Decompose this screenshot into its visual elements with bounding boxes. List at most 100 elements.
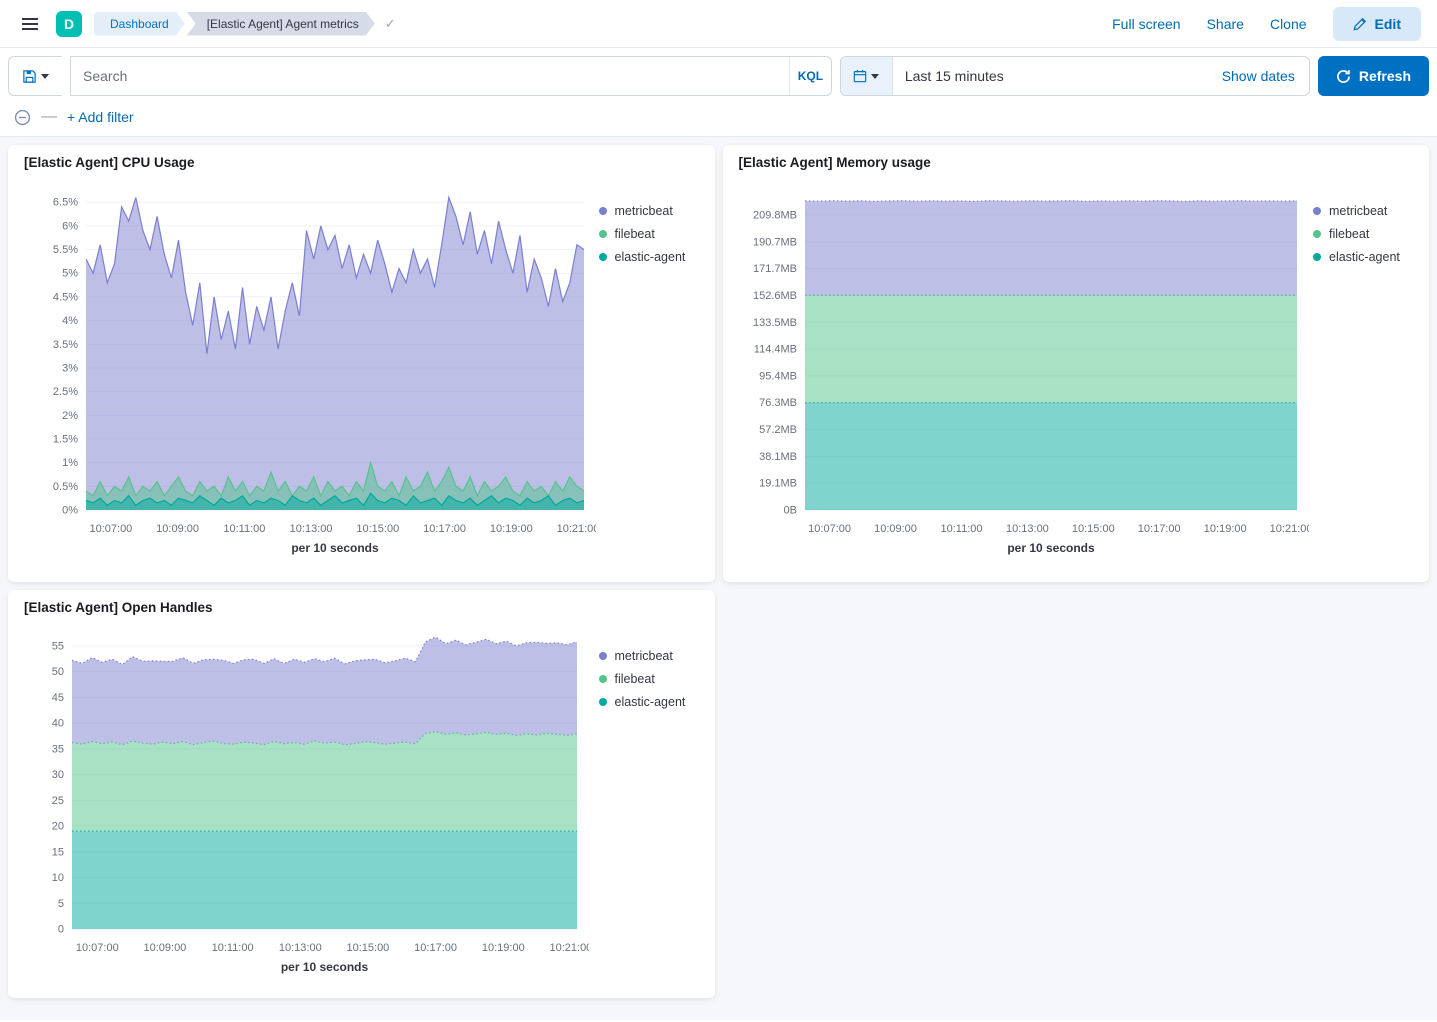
full-screen-link[interactable]: Full screen (1112, 16, 1180, 32)
svg-text:per 10 seconds: per 10 seconds (281, 960, 369, 974)
svg-text:15: 15 (52, 846, 64, 858)
legend-item-metricbeat[interactable]: metricbeat (599, 204, 695, 218)
chart-legend: metricbeat filebeat elastic-agent (599, 176, 699, 565)
legend-label: elastic-agent (615, 250, 686, 264)
svg-text:10:15:00: 10:15:00 (346, 942, 389, 954)
svg-text:3%: 3% (62, 362, 78, 374)
legend-dot-icon (1313, 207, 1321, 215)
svg-text:76.3MB: 76.3MB (759, 397, 797, 409)
chart-legend: metricbeat filebeat elastic-agent (1313, 176, 1413, 565)
legend-label: filebeat (615, 672, 655, 686)
chart-memory-usage: 0B19.1MB38.1MB57.2MB76.3MB95.4MB114.4MB1… (739, 176, 1309, 565)
svg-text:10:11:00: 10:11:00 (940, 523, 982, 535)
kql-language-button[interactable]: KQL (789, 57, 831, 95)
legend-label: filebeat (1329, 227, 1369, 241)
refresh-button[interactable]: Refresh (1318, 56, 1429, 96)
svg-text:10:19:00: 10:19:00 (1203, 523, 1246, 535)
svg-text:1%: 1% (62, 457, 78, 469)
saved-query-menu-button[interactable] (8, 56, 62, 96)
svg-text:0%: 0% (62, 505, 78, 517)
calendar-icon (853, 69, 867, 83)
svg-text:5%: 5% (62, 268, 78, 280)
legend-item-elastic-agent[interactable]: elastic-agent (599, 250, 695, 264)
svg-text:1.5%: 1.5% (53, 433, 78, 445)
hamburger-icon (22, 23, 38, 25)
dashboard-app-badge: D (56, 11, 82, 37)
svg-text:57.2MB: 57.2MB (759, 424, 797, 436)
add-filter-link[interactable]: + Add filter (67, 109, 134, 125)
legend-item-elastic-agent[interactable]: elastic-agent (599, 695, 695, 709)
svg-text:10:17:00: 10:17:00 (414, 942, 457, 954)
svg-text:95.4MB: 95.4MB (759, 370, 797, 382)
panel-title: [Elastic Agent] Open Handles (24, 598, 699, 621)
svg-text:6.5%: 6.5% (53, 197, 78, 209)
legend-item-filebeat[interactable]: filebeat (599, 227, 695, 241)
svg-text:19.1MB: 19.1MB (759, 478, 797, 490)
svg-text:25: 25 (52, 795, 64, 807)
filter-options-button[interactable] (14, 109, 31, 126)
svg-text:10:07:00: 10:07:00 (76, 942, 119, 954)
edit-button[interactable]: Edit (1333, 7, 1421, 41)
clone-link[interactable]: Clone (1270, 16, 1307, 32)
legend-item-metricbeat[interactable]: metricbeat (1313, 204, 1409, 218)
svg-text:10:21:00: 10:21:00 (1269, 523, 1308, 535)
show-dates-link[interactable]: Show dates (1222, 68, 1309, 84)
svg-text:20: 20 (52, 821, 64, 833)
svg-text:10:21:00: 10:21:00 (557, 523, 596, 535)
panel-title: [Elastic Agent] CPU Usage (24, 153, 699, 176)
breadcrumb-dashboard[interactable]: Dashboard (94, 12, 185, 36)
chart-legend: metricbeat filebeat elastic-agent (599, 621, 699, 984)
breadcrumb: Dashboard [Elastic Agent] Agent metrics … (94, 12, 396, 36)
date-quick-select-button[interactable] (841, 57, 893, 95)
top-header: D Dashboard [Elastic Agent] Agent metric… (0, 0, 1437, 48)
legend-dot-icon (599, 652, 607, 660)
svg-text:10: 10 (52, 872, 64, 884)
legend-item-metricbeat[interactable]: metricbeat (599, 649, 695, 663)
legend-label: metricbeat (1329, 204, 1387, 218)
svg-text:0: 0 (58, 924, 64, 936)
panel-cpu-usage: [Elastic Agent] CPU Usage 0% 0.5% 1% 1.5% 2%… (8, 145, 715, 582)
svg-text:35: 35 (52, 743, 64, 755)
svg-text:40: 40 (52, 718, 64, 730)
svg-text:per 10 seconds: per 10 seconds (1007, 541, 1095, 555)
legend-label: metricbeat (615, 649, 673, 663)
breadcrumb-current-page: [Elastic Agent] Agent metrics (187, 12, 375, 36)
svg-text:10:13:00: 10:13:00 (1005, 523, 1048, 535)
svg-text:10:17:00: 10:17:00 (1137, 523, 1180, 535)
chevron-down-icon (871, 74, 879, 79)
time-range-value[interactable]: Last 15 minutes (893, 68, 1222, 84)
svg-text:133.5MB: 133.5MB (752, 317, 796, 329)
panel-open-handles: [Elastic Agent] Open Handles 05101520253… (8, 590, 715, 998)
chart-open-handles: 051015202530354045505510:07:0010:09:0010… (24, 621, 589, 984)
svg-text:10:15:00: 10:15:00 (356, 523, 399, 535)
filter-bar: — + Add filter (0, 104, 1437, 137)
panel-title: [Elastic Agent] Memory usage (739, 153, 1414, 176)
svg-text:4%: 4% (62, 315, 78, 327)
query-bar: KQL Last 15 minutes Show dates Refresh (0, 48, 1437, 104)
search-input[interactable] (71, 57, 789, 95)
legend-dot-icon (1313, 230, 1321, 238)
legend-item-filebeat[interactable]: filebeat (1313, 227, 1409, 241)
svg-text:190.7MB: 190.7MB (752, 236, 796, 248)
legend-item-elastic-agent[interactable]: elastic-agent (1313, 250, 1409, 264)
svg-text:10:09:00: 10:09:00 (156, 523, 199, 535)
svg-text:4.5%: 4.5% (53, 291, 78, 303)
svg-text:152.6MB: 152.6MB (752, 290, 796, 302)
svg-text:2%: 2% (62, 410, 78, 422)
chart-cpu-usage: 0%0.5%1%1.5%2%2.5%3%3.5%4%4.5%5%5.5%6%6.… (24, 176, 596, 565)
filter-circle-icon (14, 109, 31, 126)
svg-text:0B: 0B (783, 505, 796, 517)
legend-dot-icon (599, 253, 607, 261)
legend-dot-icon (599, 675, 607, 683)
svg-text:10:21:00: 10:21:00 (549, 942, 589, 954)
menu-toggle-button[interactable] (16, 10, 44, 38)
svg-text:5.5%: 5.5% (53, 244, 78, 256)
svg-text:10:13:00: 10:13:00 (290, 523, 333, 535)
svg-text:0.5%: 0.5% (53, 481, 78, 493)
legend-label: elastic-agent (615, 695, 686, 709)
share-link[interactable]: Share (1207, 16, 1244, 32)
legend-item-filebeat[interactable]: filebeat (599, 672, 695, 686)
svg-text:114.4MB: 114.4MB (753, 344, 796, 356)
legend-dot-icon (599, 207, 607, 215)
svg-text:per 10 seconds: per 10 seconds (291, 541, 379, 555)
